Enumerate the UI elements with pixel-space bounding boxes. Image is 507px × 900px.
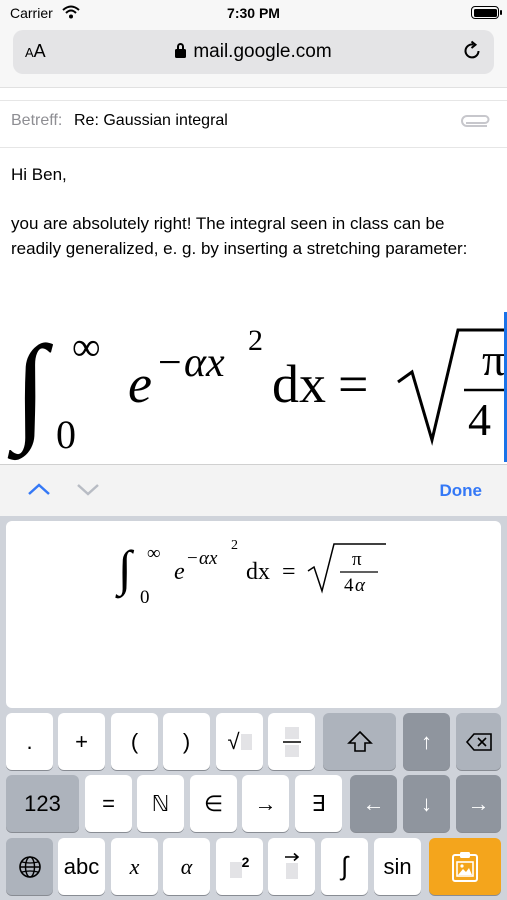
key-integral[interactable]: ∫ <box>321 838 368 895</box>
svg-text:−: − <box>187 548 198 569</box>
body-paragraph: you are absolutely right! The integral s… <box>11 214 468 258</box>
key-numbers[interactable]: 123 <box>6 775 79 832</box>
svg-text:αx: αx <box>184 340 225 386</box>
svg-text:2: 2 <box>248 324 263 357</box>
key-equals[interactable]: = <box>85 775 132 832</box>
greeting-text: Hi Ben, <box>11 165 67 184</box>
key-square[interactable]: 2 <box>216 838 263 895</box>
key-backspace[interactable] <box>456 713 501 770</box>
svg-text:π: π <box>482 334 505 385</box>
key-shift[interactable] <box>323 713 396 770</box>
url-text: mail.google.com <box>193 41 332 62</box>
key-variable-x[interactable]: x <box>111 838 158 895</box>
key-open-paren[interactable]: ( <box>111 713 158 770</box>
key-overarrow[interactable] <box>268 838 315 895</box>
shift-icon <box>346 730 373 752</box>
svg-text:0: 0 <box>56 412 76 457</box>
svg-text:e: e <box>128 354 152 414</box>
key-sine[interactable]: sin <box>374 838 421 895</box>
key-close-paren[interactable]: ) <box>163 713 210 770</box>
subject-label: Betreff: <box>11 112 63 129</box>
key-element-of[interactable]: ∈ <box>190 775 237 832</box>
svg-text:∞: ∞ <box>72 324 101 369</box>
svg-text:=: = <box>282 559 296 585</box>
url-display[interactable]: mail.google.com <box>13 41 494 63</box>
svg-text:π: π <box>352 549 362 570</box>
svg-text:dx: dx <box>246 559 270 585</box>
math-keyboard: ∫ ∞ 0 e − αx 2 dx = π 4 α . + ( ) √ ↑ 12… <box>0 516 507 900</box>
vector-arrow-icon <box>284 852 299 879</box>
svg-text:∫: ∫ <box>7 321 54 461</box>
browser-toolbar: AA mail.google.com <box>0 26 507 88</box>
formula-preview[interactable]: ∫ ∞ 0 e − αx 2 dx = π 4 α <box>6 521 501 708</box>
key-arrow-down[interactable]: ↓ <box>403 775 450 832</box>
status-bar: Carrier 7:30 PM <box>0 0 507 26</box>
key-arrow-right[interactable]: → <box>456 775 501 832</box>
key-alpha[interactable]: α <box>163 838 210 895</box>
svg-text:dx: dx <box>272 354 326 414</box>
key-plus[interactable]: + <box>58 713 105 770</box>
svg-text:∫: ∫ <box>115 540 135 599</box>
chevron-down-icon[interactable] <box>76 482 100 496</box>
keyboard-accessory-bar: Done <box>0 464 507 516</box>
globe-icon <box>18 855 41 878</box>
svg-text:2: 2 <box>231 538 238 553</box>
svg-text:αx: αx <box>199 548 218 569</box>
inline-formula[interactable]: ∫ ∞ 0 e − αx 2 dx = π 4 <box>0 300 507 464</box>
battery-icon <box>471 6 502 19</box>
clock: 7:30 PM <box>227 5 280 21</box>
key-arrow-up[interactable]: ↑ <box>403 713 450 770</box>
svg-text:e: e <box>174 559 185 585</box>
svg-text:∞: ∞ <box>147 543 161 564</box>
svg-text:4: 4 <box>344 575 354 596</box>
backspace-icon <box>465 732 492 751</box>
email-body[interactable]: Hi Ben, you are absolutely right! The in… <box>11 163 499 286</box>
key-period[interactable]: . <box>6 713 53 770</box>
done-button[interactable]: Done <box>440 481 483 501</box>
key-exists[interactable]: ∃ <box>295 775 342 832</box>
svg-text:−: − <box>158 340 182 386</box>
key-naturals[interactable]: ℕ <box>137 775 184 832</box>
key-paste[interactable] <box>429 838 501 895</box>
svg-text:0: 0 <box>140 587 150 608</box>
lock-icon <box>175 43 187 58</box>
key-implies-arrow[interactable]: → <box>242 775 289 832</box>
key-abc[interactable]: abc <box>58 838 105 895</box>
key-globe[interactable] <box>6 838 53 895</box>
subject-text[interactable]: Re: Gaussian integral <box>74 112 228 130</box>
clipboard-image-icon <box>452 851 478 882</box>
key-arrow-left[interactable]: ← <box>350 775 397 832</box>
key-fraction[interactable] <box>268 713 315 770</box>
address-bar[interactable]: AA mail.google.com <box>13 30 494 74</box>
svg-text:α: α <box>355 575 366 596</box>
paperclip-icon[interactable] <box>461 112 493 130</box>
key-square-root[interactable]: √ <box>216 713 263 770</box>
reload-icon[interactable] <box>461 40 483 62</box>
chevron-up-icon[interactable] <box>27 482 51 496</box>
fraction-icon <box>282 726 301 757</box>
svg-text:=: = <box>338 354 368 414</box>
subject-row[interactable]: Betreff: Re: Gaussian integral <box>0 100 507 148</box>
svg-text:4: 4 <box>468 394 491 445</box>
